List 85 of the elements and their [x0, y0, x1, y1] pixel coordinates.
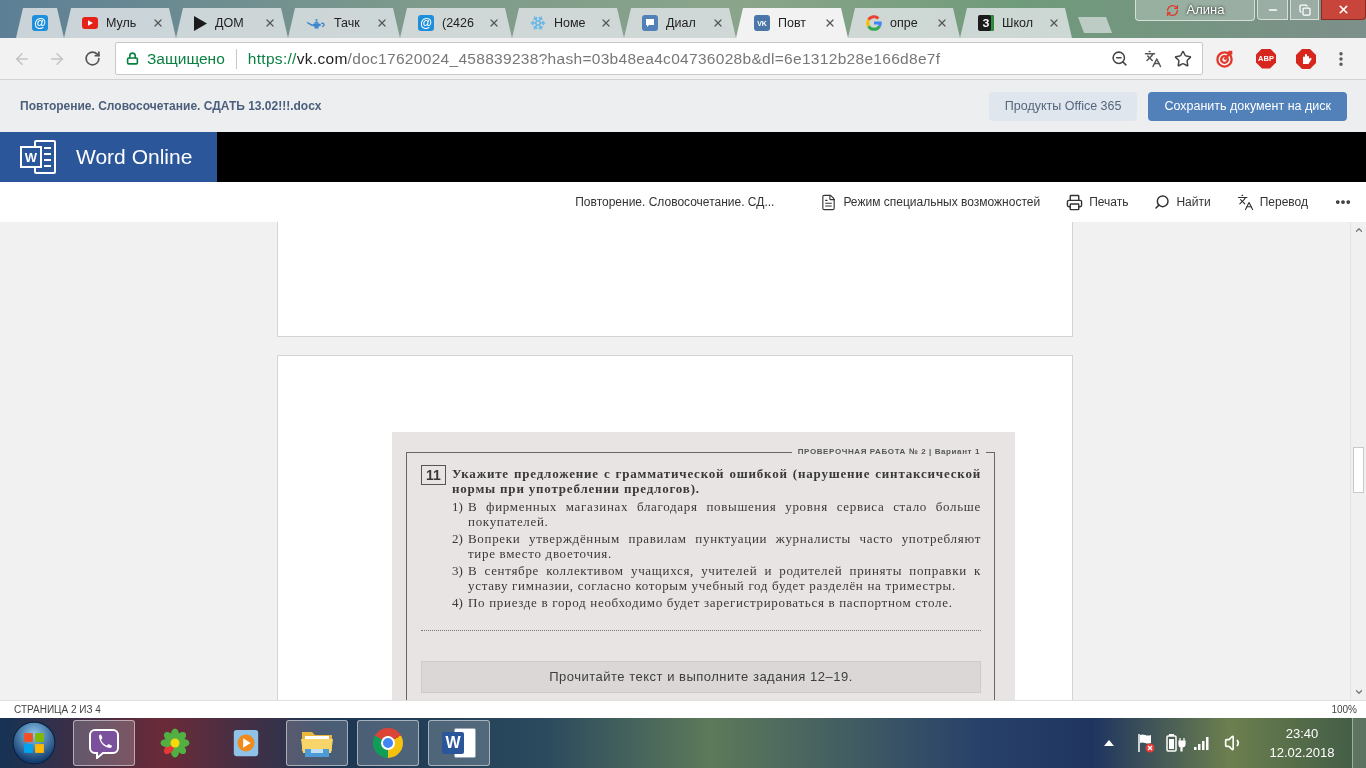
snowflake-icon [530, 15, 546, 31]
at-sign-icon: @ [418, 15, 434, 31]
document-icon [820, 193, 838, 211]
address-bar[interactable]: Защищено https://vk.com/doc17620024_458839238?hash=03b48ea4c04736028b&dl=6e1312b28e166d8e7f [115, 42, 1203, 75]
close-window-button[interactable] [1321, 0, 1366, 20]
test-header: ПРОВЕРОЧНАЯ РАБОТА № 2 | Вариант 1 [796, 446, 981, 458]
browser-tab[interactable]: З Школ [960, 8, 1072, 38]
phone-bubble-icon [88, 727, 120, 759]
lock-icon [126, 52, 139, 65]
office-products-button[interactable]: Продукты Office 365 [988, 91, 1138, 121]
flag-error-icon[interactable] [1136, 733, 1156, 753]
translate-icon [1236, 193, 1254, 211]
zoom-out-icon[interactable] [1111, 50, 1128, 67]
chevron-down-icon [1353, 687, 1364, 697]
option-text: В фирменных магазинах благодаря повышения уровня сервиса стало больше покупателей. [468, 499, 981, 529]
reload-icon[interactable] [83, 50, 101, 67]
toolbar-button[interactable]: Печать [1066, 193, 1129, 211]
document-file-title: Повторение. Словосочетание. СДАТЬ 13.02!!!.docx [20, 98, 322, 115]
bookmark-star-icon[interactable] [1174, 49, 1192, 68]
task-number: 11 [421, 465, 446, 485]
up-triangle-icon[interactable] [1104, 740, 1114, 746]
translate-icon[interactable] [1144, 49, 1162, 68]
restore-icon [1298, 3, 1311, 16]
browser-tab[interactable]: Муль [64, 8, 176, 38]
play-icon [194, 15, 207, 31]
page-counter: СТРАНИЦА 2 ИЗ 4 [14, 703, 101, 717]
battery-plug-icon[interactable] [1166, 733, 1186, 753]
option-number: 2) [452, 531, 464, 548]
letter-tile-icon: З [978, 15, 994, 31]
browser-tab[interactable]: опре [848, 8, 960, 38]
start-button[interactable] [12, 721, 56, 765]
option-text: В сентябре коллективом учащихся, учителей и родителей приняты поправки к уставу гимназии, согласно которым учебный год будет разделён на триместры. [468, 563, 981, 593]
oil-lamp-icon [306, 17, 326, 29]
clock-date[interactable]: 12.02.2018 [1269, 743, 1335, 762]
sync-arrows-icon [1165, 3, 1179, 17]
printer-icon [1066, 193, 1084, 211]
taskbar-app-button[interactable] [357, 720, 419, 766]
stop-hand-icon[interactable] [1296, 48, 1316, 69]
chat-bubble-icon [642, 15, 658, 31]
close-tab-icon[interactable] [936, 17, 948, 29]
chevron-up-icon [1353, 225, 1364, 235]
target-icon[interactable] [1215, 49, 1234, 68]
close-tab-icon[interactable] [600, 17, 612, 29]
option-number: 1) [452, 499, 464, 516]
play-tile-icon [231, 728, 261, 758]
option-number: 4) [452, 595, 464, 610]
close-tab-icon[interactable] [1048, 17, 1060, 29]
at-sign-icon: @ [32, 15, 48, 31]
instruction-banner: Прочитайте текст и выполните задания 12–19. [421, 661, 981, 693]
taskbar-app-button[interactable] [286, 720, 348, 766]
security-label: Защищено [147, 48, 225, 69]
close-tab-icon[interactable] [264, 17, 276, 29]
document-title: Повторение. Словосочетание. СД... [575, 194, 775, 211]
flower-icon [159, 727, 191, 759]
browser-tab[interactable]: Тачк [288, 8, 400, 38]
toolbar-button[interactable]: Найти [1154, 193, 1211, 211]
option-number: 3) [452, 563, 464, 580]
video-play-icon [82, 17, 98, 29]
close-icon [1337, 3, 1350, 16]
browser-tab[interactable]: Номе [512, 8, 624, 38]
option-text: По приезде в город необходимо будет зарегистрироваться в паспортном столе. [468, 595, 954, 610]
task-question: Укажите предложение с грамматической ошибкой (нарушение синтаксической нормы при употреблении предлогов). [452, 466, 981, 496]
close-tab-icon[interactable] [376, 17, 388, 29]
toolbar-button[interactable]: Перевод [1236, 193, 1308, 211]
close-tab-icon[interactable] [488, 17, 500, 29]
clock-time[interactable]: 23:40 [1285, 724, 1319, 743]
app-name: Word Online [76, 144, 193, 171]
scrollbar-thumb[interactable] [1353, 447, 1364, 493]
taskbar-app-button[interactable]: W [428, 720, 490, 766]
browser-tab[interactable]: @ (2426 [400, 8, 512, 38]
browser-tab[interactable]: ДОМ [176, 8, 288, 38]
colored-wheel-icon [373, 728, 403, 758]
browser-tab[interactable]: Диал [624, 8, 736, 38]
taskbar-app-button[interactable] [73, 720, 135, 766]
close-tab-icon[interactable] [712, 17, 724, 29]
save-to-disk-button[interactable]: Сохранить документ на диск [1148, 91, 1347, 121]
multicolor-ring-icon [866, 15, 882, 31]
zoom-level[interactable]: 100% [1331, 702, 1357, 717]
signal-bars-icon[interactable] [1194, 736, 1210, 750]
close-tab-icon[interactable] [152, 17, 164, 29]
url-text: https://vk.com/doc17620024_458839238?hash=03b48ea4c04736028b&dl=6e1312b28e166d8e7f [247, 48, 941, 69]
toolbar-button[interactable]: Режим специальных возможностей [820, 193, 1041, 211]
close-tab-icon[interactable] [824, 17, 836, 29]
option-text: Вопреки утверждённым правилам пунктуации журналисты часто употребляют тире вместо двоеточия. [468, 531, 981, 561]
search-icon [1154, 194, 1171, 210]
